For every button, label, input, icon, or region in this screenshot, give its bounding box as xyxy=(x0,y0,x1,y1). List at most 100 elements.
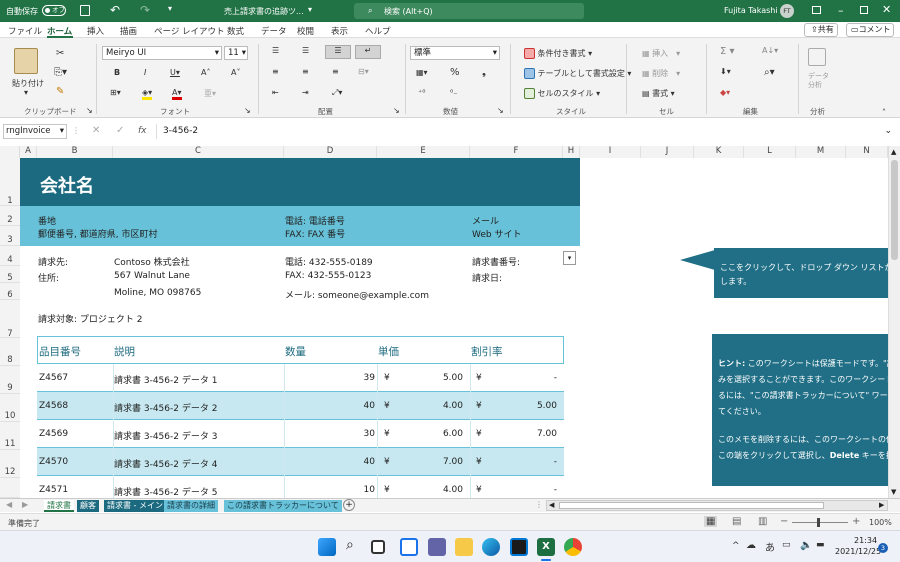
table-cell-id[interactable]: Z4569 xyxy=(39,429,68,439)
menu-view[interactable]: 表示 xyxy=(331,25,348,37)
widgets-icon[interactable] xyxy=(400,538,418,556)
zoom-slider-thumb[interactable] xyxy=(817,518,820,527)
menu-insert[interactable]: 挿入 xyxy=(87,25,104,37)
menu-draw[interactable]: 描画 xyxy=(120,25,137,37)
undo-icon[interactable]: ↶ xyxy=(110,3,120,17)
table-cell-desc[interactable]: 請求書 3-456-2 データ 4 xyxy=(114,457,217,470)
table-cell-disc[interactable]: - xyxy=(489,373,557,383)
network-icon[interactable]: ▭ xyxy=(782,540,791,550)
sheet-tab-invoice[interactable]: 請求書 xyxy=(44,500,74,512)
table-cell-id[interactable]: Z4570 xyxy=(39,457,68,467)
align-right-icon[interactable]: ≡ xyxy=(332,67,339,76)
paste-icon[interactable] xyxy=(14,48,38,74)
next-sheet-icon[interactable]: ▶ xyxy=(22,500,28,509)
table-cell-cur[interactable]: ¥ xyxy=(384,485,390,495)
table-cell-id[interactable]: Z4567 xyxy=(39,373,68,383)
font-name-select[interactable]: Meiryo UI ▾ xyxy=(102,46,222,60)
font-launcher-icon[interactable]: ↘ xyxy=(244,106,251,115)
column-header[interactable]: D xyxy=(284,146,377,158)
scroll-down-icon[interactable]: ▼ xyxy=(891,488,896,496)
column-header[interactable]: A xyxy=(20,146,37,158)
column-header[interactable]: B xyxy=(37,146,113,158)
document-title[interactable]: 売上請求書の追跡ツ... xyxy=(224,6,304,17)
start-icon[interactable] xyxy=(318,538,336,556)
tray-chevron-icon[interactable]: ^ xyxy=(732,541,740,551)
wrap-text-icon[interactable]: ↵ xyxy=(355,45,381,59)
table-cell-dcur[interactable]: ¥ xyxy=(476,457,482,467)
zoom-out-icon[interactable]: − xyxy=(780,516,788,527)
row-header[interactable]: 12 xyxy=(0,450,20,478)
table-cell-desc[interactable]: 請求書 3-456-2 データ 2 xyxy=(114,401,217,414)
sheet-tab-about[interactable]: この請求書トラッカーについて xyxy=(224,500,342,512)
menu-review[interactable]: 校閲 xyxy=(297,25,314,37)
column-header[interactable]: H xyxy=(563,146,580,158)
store-icon[interactable] xyxy=(510,538,528,556)
conditional-format-button[interactable]: 条件付き書式 ▾ xyxy=(524,48,592,59)
insert-cells-button[interactable]: ▦ 挿入 ▾ xyxy=(642,48,680,59)
clock-date[interactable]: 2021/12/25 xyxy=(835,547,881,556)
decrease-decimal-icon[interactable]: ⁰₋ xyxy=(450,88,457,97)
table-cell-id[interactable]: Z4568 xyxy=(39,401,68,411)
page-layout-view-icon[interactable]: ▤ xyxy=(732,516,741,527)
paste-dropdown-icon[interactable]: ▾ xyxy=(24,88,28,97)
restore-icon[interactable] xyxy=(860,6,868,14)
row-header[interactable] xyxy=(0,478,20,498)
column-header[interactable]: N xyxy=(846,146,888,158)
excel-taskbar-icon[interactable]: X xyxy=(537,538,555,556)
menu-formulas[interactable]: 数式 xyxy=(227,25,244,37)
enter-icon[interactable]: ✓ xyxy=(116,125,124,136)
cell-styles-button[interactable]: セルのスタイル ▾ xyxy=(524,88,600,99)
fill-icon[interactable]: ⬇▾ xyxy=(720,67,731,76)
decrease-indent-icon[interactable]: ⇤ xyxy=(272,88,279,97)
comma-style-icon[interactable]: ❟ xyxy=(482,67,486,78)
cancel-icon[interactable]: ✕ xyxy=(92,125,100,136)
table-cell-qty[interactable]: 39 xyxy=(237,373,375,383)
merge-center-icon[interactable]: ⊟▾ xyxy=(358,67,369,76)
font-color-icon[interactable]: A▾ xyxy=(172,88,182,100)
vertical-scroll-thumb[interactable] xyxy=(891,160,898,260)
table-cell-desc[interactable]: 請求書 3-456-2 データ 5 xyxy=(114,485,217,498)
header-discount[interactable]: 割引率 xyxy=(471,344,503,359)
clock-time[interactable]: 21:34 xyxy=(854,536,877,545)
align-center-icon[interactable]: ≡ xyxy=(302,67,309,76)
address-text[interactable]: 郵便番号, 都道府県, 市区町村 xyxy=(38,227,157,240)
ime-indicator[interactable]: あ xyxy=(765,539,775,554)
avatar[interactable]: FT xyxy=(780,4,794,18)
billto-street[interactable]: 567 Walnut Lane xyxy=(114,271,190,281)
row-header[interactable]: 9 xyxy=(0,366,20,394)
comment-button[interactable]: ▭コメント xyxy=(846,23,894,37)
delete-cells-button[interactable]: ▦ 削除 ▾ xyxy=(642,68,680,79)
increase-decimal-icon[interactable]: ⁺⁰ xyxy=(418,88,425,97)
insert-function-icon[interactable]: fx xyxy=(138,126,147,136)
formula-input[interactable]: 3-456-2 ⌄ xyxy=(156,124,896,139)
table-cell-disc[interactable]: - xyxy=(489,457,557,467)
format-cells-button[interactable]: ▤ 書式 ▾ xyxy=(642,88,675,99)
battery-icon[interactable]: ▬ xyxy=(816,540,825,550)
header-unit-price[interactable]: 単価 xyxy=(378,344,399,359)
website-text[interactable]: Web サイト xyxy=(472,227,521,240)
file-explorer-icon[interactable] xyxy=(455,538,473,556)
project-text[interactable]: 請求対象: プロジェクト 2 xyxy=(38,312,142,325)
row-header[interactable]: 4 xyxy=(0,246,20,266)
horizontal-scrollbar[interactable]: ◀ ▶ xyxy=(546,500,888,511)
column-header[interactable]: L xyxy=(744,146,796,158)
menu-help[interactable]: ヘルプ xyxy=(365,25,391,37)
table-cell-price[interactable]: 5.00 xyxy=(397,373,463,383)
increase-font-icon[interactable]: A˄ xyxy=(201,68,210,77)
table-cell-qty[interactable]: 40 xyxy=(237,401,375,411)
chrome-icon[interactable] xyxy=(564,538,582,556)
table-cell-price[interactable]: 7.00 xyxy=(397,457,463,467)
row-header[interactable]: 2 xyxy=(0,206,20,226)
scroll-left-icon[interactable]: ◀ xyxy=(549,501,554,509)
zoom-in-icon[interactable]: + xyxy=(852,516,860,527)
increase-indent-icon[interactable]: ⇥ xyxy=(302,88,309,97)
horizontal-scroll-thumb[interactable] xyxy=(559,502,824,509)
zoom-level[interactable]: 100% xyxy=(869,518,892,527)
analyze-data-icon[interactable] xyxy=(808,48,826,66)
find-select-icon[interactable]: ⌕▾ xyxy=(764,67,775,78)
protection-hint-note[interactable]: ヒント: このワークシートは保護モードです。"請求 みを選択することができます。… xyxy=(712,334,900,486)
format-painter-icon[interactable]: ✎ xyxy=(56,86,64,97)
percent-icon[interactable]: % xyxy=(450,67,460,78)
normal-view-icon[interactable]: ▦ xyxy=(704,516,718,527)
company-name[interactable]: 会社名 xyxy=(40,172,94,198)
